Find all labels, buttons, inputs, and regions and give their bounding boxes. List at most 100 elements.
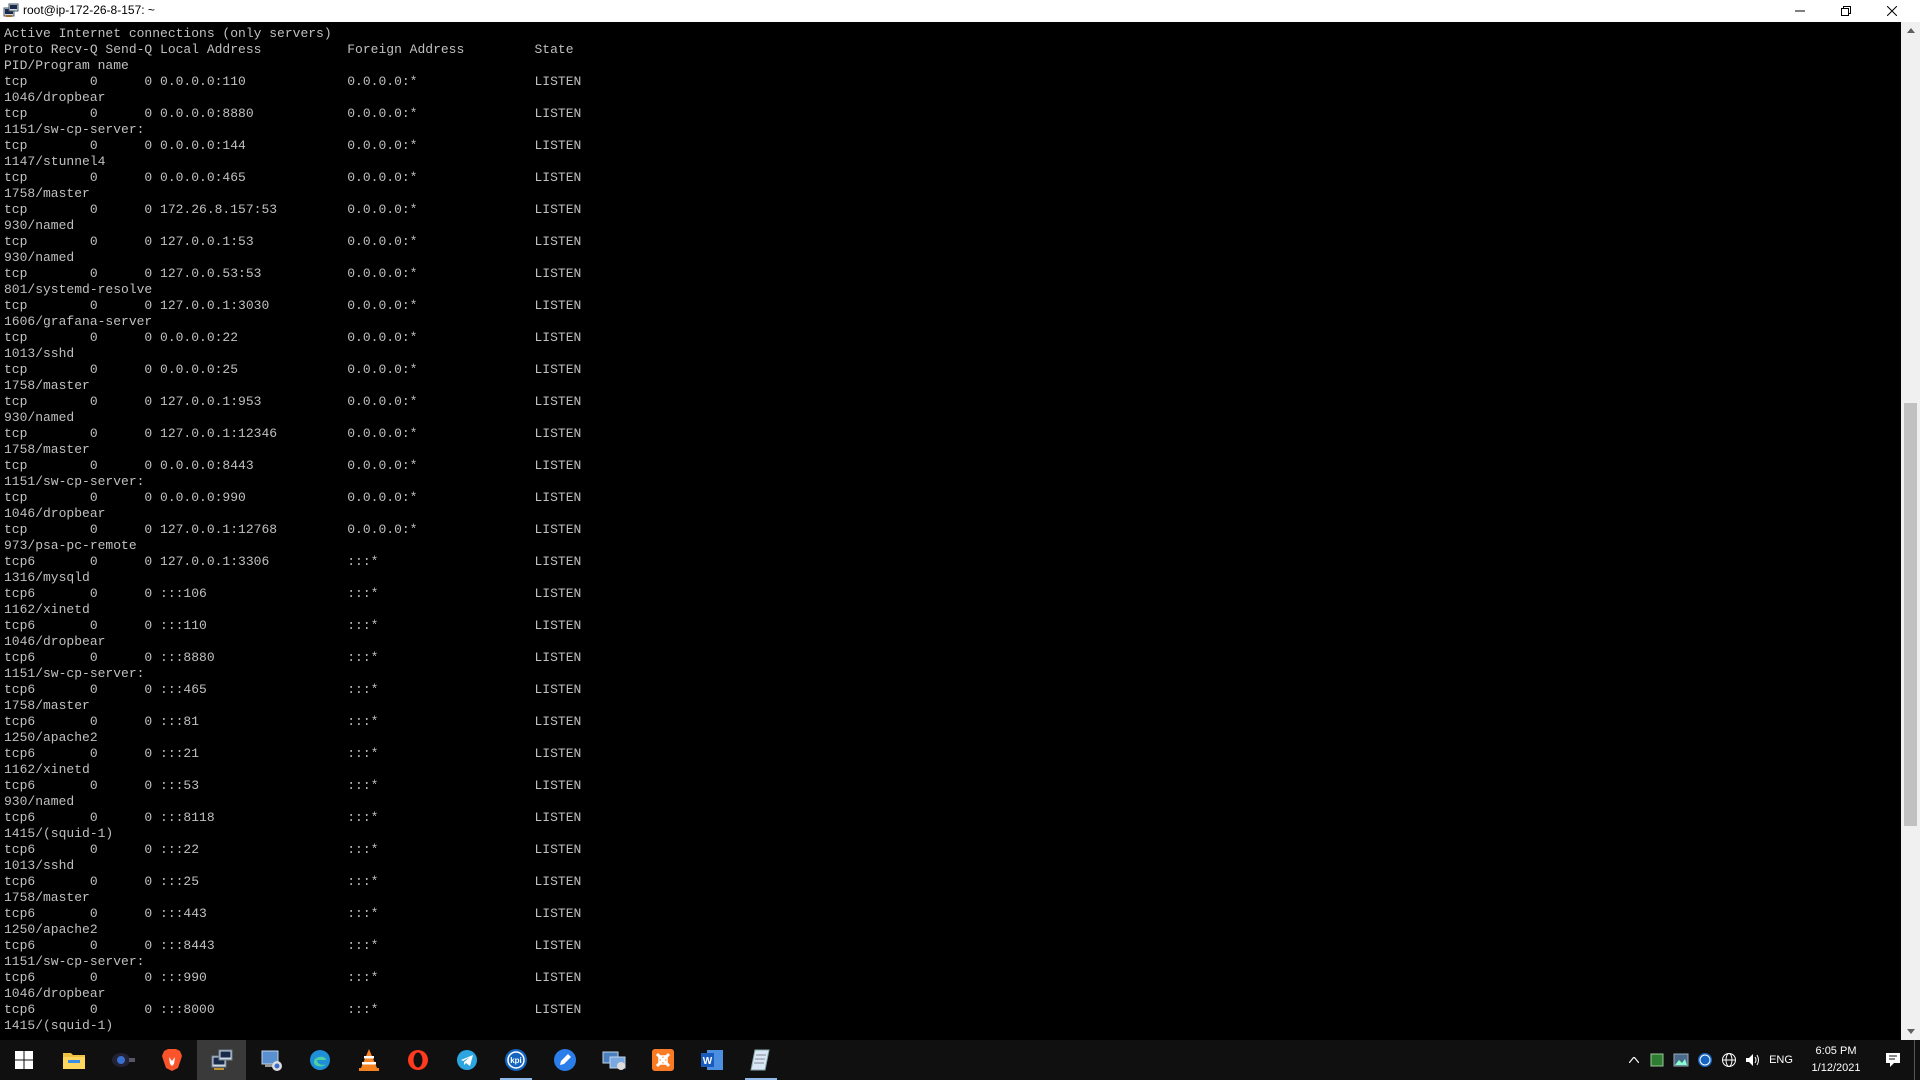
terminal-line: tcp6 0 0 :::25 :::* LISTEN (4, 874, 582, 889)
minimize-button[interactable] (1777, 0, 1823, 22)
vlc-icon (359, 1049, 379, 1071)
terminal-line: 930/named (4, 410, 75, 425)
show-desktop-button[interactable] (1914, 1040, 1920, 1080)
scroll-down-arrow-icon[interactable] (1901, 1023, 1920, 1040)
terminal-line: tcp 0 0 172.26.8.157:53 0.0.0.0:* LISTEN (4, 202, 582, 217)
kpi-app-icon: kpi (505, 1049, 527, 1071)
taskbar-xampp[interactable] (639, 1040, 687, 1080)
tray-kpi[interactable] (1695, 1040, 1715, 1080)
telegram-icon (457, 1050, 477, 1070)
terminal-line: tcp6 0 0 :::53 :::* LISTEN (4, 778, 582, 793)
terminal-line: 1151/sw-cp-server: (4, 474, 145, 489)
start-icon (15, 1051, 33, 1069)
svg-text:kpi: kpi (510, 1056, 522, 1065)
taskbar-notepad[interactable] (737, 1040, 785, 1080)
taskbar-opera-browser[interactable] (394, 1040, 442, 1080)
taskbar-putty[interactable] (197, 1040, 246, 1080)
terminal-line: tcp6 0 0 127.0.0.1:3306 :::* LISTEN (4, 554, 582, 569)
taskbar-kpi-app[interactable]: kpi (492, 1040, 540, 1080)
terminal-line: 1606/grafana-server (4, 314, 153, 329)
terminal-line: tcp 0 0 127.0.0.1:53 0.0.0.0:* LISTEN (4, 234, 582, 249)
terminal-line: 1316/mysqld (4, 570, 90, 585)
clock-date: 1/12/2021 (1811, 1062, 1861, 1074)
terminal-line: 1162/xinetd (4, 762, 90, 777)
close-button[interactable] (1869, 0, 1915, 22)
notepad-icon (750, 1049, 770, 1071)
terminal-line: 930/named (4, 218, 75, 233)
terminal-line: tcp6 0 0 :::22 :::* LISTEN (4, 842, 582, 857)
terminal-lines: Active Internet connections (only server… (4, 26, 581, 1034)
taskbar-edge-browser[interactable] (296, 1040, 344, 1080)
edge-browser-icon (310, 1050, 330, 1070)
tray-network[interactable] (1719, 1040, 1739, 1080)
terminal-line: 1013/sshd (4, 858, 75, 873)
terminal-line: 1046/dropbear (4, 506, 106, 521)
terminal-line: 1046/dropbear (4, 90, 106, 105)
window-title: root@ip-172-26-8-157: ~ (23, 3, 155, 17)
word-icon: W (701, 1050, 723, 1070)
language-indicator[interactable]: ENG (1765, 1040, 1797, 1080)
clock[interactable]: 6:05 PM 1/12/2021 (1798, 1043, 1874, 1077)
terminal-line: tcp 0 0 0.0.0.0:25 0.0.0.0:* LISTEN (4, 362, 582, 377)
terminal-output[interactable]: Active Internet connections (only server… (0, 22, 1901, 1040)
camera-app-icon (112, 1053, 135, 1067)
globe-icon (1722, 1053, 1736, 1067)
terminal-line: tcp 0 0 0.0.0.0:144 0.0.0.0:* LISTEN (4, 138, 582, 153)
pen-app-icon (554, 1049, 576, 1071)
scroll-up-arrow-icon[interactable] (1901, 22, 1920, 39)
app-green-square-icon (1650, 1053, 1664, 1067)
terminal-line: 1162/xinetd (4, 602, 90, 617)
terminal-line: 930/named (4, 250, 75, 265)
tray-app-image[interactable] (1671, 1040, 1691, 1080)
tray-volume[interactable] (1743, 1040, 1763, 1080)
svg-text:W: W (703, 1056, 713, 1067)
start-button[interactable] (0, 1040, 48, 1080)
terminal-line: tcp 0 0 0.0.0.0:465 0.0.0.0:* LISTEN (4, 170, 582, 185)
terminal-line: 1415/(squid-1) (4, 1018, 114, 1033)
taskbar: kpi W ENG 6:05 PM 1/12/2021 (0, 1040, 1920, 1080)
terminal-line: tcp 0 0 127.0.0.53:53 0.0.0.0:* LISTEN (4, 266, 582, 281)
terminal-line: tcp 0 0 0.0.0.0:110 0.0.0.0:* LISTEN (4, 74, 582, 89)
terminal-line: 1758/master (4, 890, 90, 905)
terminal-line: tcp 0 0 0.0.0.0:8443 0.0.0.0:* LISTEN (4, 458, 582, 473)
remote-access-icon (602, 1051, 626, 1070)
terminal-line: 1013/sshd (4, 346, 75, 361)
terminal-line: 1758/master (4, 442, 90, 457)
taskbar-telegram[interactable] (443, 1040, 491, 1080)
putty-icon[interactable] (3, 3, 19, 19)
restore-button[interactable] (1823, 0, 1869, 22)
file-explorer-icon (63, 1053, 85, 1069)
terminal-line: tcp6 0 0 :::110 :::* LISTEN (4, 618, 582, 633)
scrollbar-thumb[interactable] (1904, 403, 1917, 827)
vertical-scrollbar[interactable] (1901, 22, 1920, 1040)
terminal-line: tcp6 0 0 :::81 :::* LISTEN (4, 714, 582, 729)
taskbar-remote-access[interactable] (590, 1040, 638, 1080)
language-label: ENG (1769, 1054, 1793, 1066)
brave-browser-icon (162, 1049, 182, 1071)
notification-icon (1886, 1053, 1900, 1067)
terminal-line: tcp6 0 0 :::465 :::* LISTEN (4, 682, 582, 697)
show-hidden-icons-button[interactable] (1623, 1040, 1645, 1080)
terminal-line: 973/psa-pc-remote (4, 538, 137, 553)
opera-browser-icon (408, 1050, 428, 1070)
taskbar-word[interactable]: W (688, 1040, 736, 1080)
terminal-line: 1758/master (4, 378, 90, 393)
terminal-line: tcp 0 0 127.0.0.1:12346 0.0.0.0:* LISTEN (4, 426, 582, 441)
taskbar-brave-browser[interactable] (148, 1040, 196, 1080)
terminal-line: 1758/master (4, 698, 90, 713)
taskbar-network-tool[interactable] (247, 1040, 295, 1080)
terminal-line: tcp6 0 0 :::990 :::* LISTEN (4, 970, 582, 985)
taskbar-file-explorer[interactable] (50, 1040, 98, 1080)
terminal-line: Proto Recv-Q Send-Q Local Address Foreig… (4, 42, 574, 57)
taskbar-pen-app[interactable] (541, 1040, 589, 1080)
terminal-line: 1250/apache2 (4, 730, 98, 745)
taskbar-vlc[interactable] (345, 1040, 393, 1080)
tray-app-green[interactable] (1647, 1040, 1667, 1080)
terminal-line: tcp6 0 0 :::21 :::* LISTEN (4, 746, 582, 761)
network-tool-icon (261, 1050, 282, 1071)
putty-icon (211, 1049, 232, 1070)
terminal-line: tcp 0 0 127.0.0.1:12768 0.0.0.0:* LISTEN (4, 522, 582, 537)
action-center-button[interactable] (1876, 1040, 1910, 1080)
taskbar-camera-app[interactable] (99, 1040, 147, 1080)
speaker-icon (1746, 1054, 1759, 1066)
